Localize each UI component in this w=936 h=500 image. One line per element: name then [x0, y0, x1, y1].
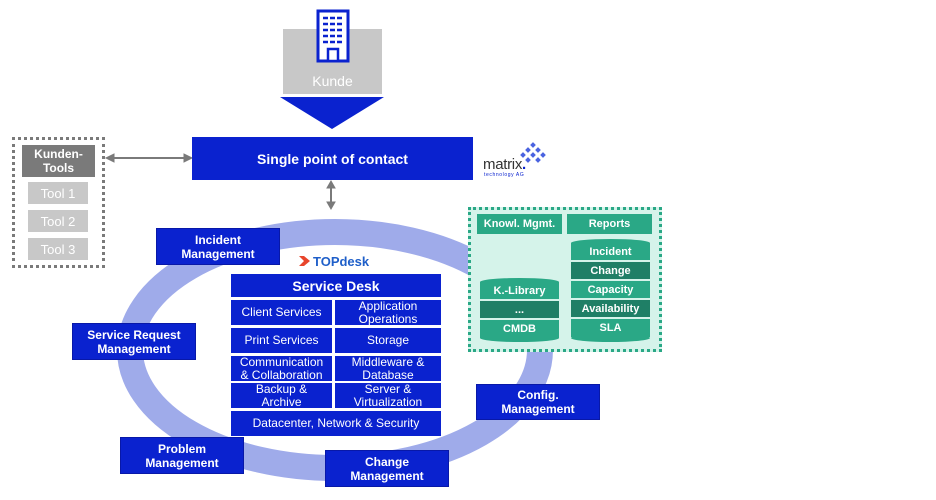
- knowledge-management-header[interactable]: Knowl. Mgmt.: [477, 214, 562, 234]
- stack-item[interactable]: Incident: [571, 243, 650, 262]
- customer-tools-header-line2: Tools: [42, 161, 75, 175]
- stack-item[interactable]: K.-Library: [480, 282, 559, 301]
- service-cell-label: Middleware & Database: [351, 354, 425, 382]
- matrix-dot: .: [522, 156, 526, 173]
- service-cell[interactable]: Middleware & Database: [335, 354, 441, 382]
- stack-item[interactable]: Capacity: [571, 281, 650, 300]
- service-cell-label: Storage: [366, 333, 410, 347]
- service-desk-footer-label: Datacenter, Network & Security: [252, 416, 420, 430]
- tool-3[interactable]: Tool 3: [28, 238, 88, 260]
- tool-1[interactable]: Tool 1: [28, 182, 88, 204]
- office-building-icon: [316, 9, 350, 63]
- change-management[interactable]: Change Management: [325, 450, 449, 487]
- single-point-of-contact[interactable]: Single point of contact: [192, 137, 473, 180]
- config-management-label: Config. Management: [501, 388, 575, 416]
- matrix-tagline: technology AG: [484, 172, 525, 178]
- service-desk-title[interactable]: Service Desk: [231, 274, 441, 297]
- matrix-wordmark: matrix: [483, 156, 523, 173]
- incident-management[interactable]: Incident Management: [156, 228, 280, 265]
- service-cell-label: Communication & Collaboration: [239, 354, 324, 382]
- bidirectional-arrow-vertical: [326, 179, 336, 211]
- service-request-management[interactable]: Service Request Management: [72, 323, 196, 360]
- spoc-label: Single point of contact: [257, 150, 408, 167]
- reports-header[interactable]: Reports: [567, 214, 652, 234]
- service-cell[interactable]: Application Operations: [335, 298, 441, 326]
- service-cell[interactable]: Print Services: [231, 328, 332, 353]
- service-cell[interactable]: Backup & Archive: [231, 381, 332, 409]
- stack-item[interactable]: ...: [480, 301, 559, 320]
- bidirectional-arrow-horizontal: [104, 153, 194, 163]
- service-cell[interactable]: Communication & Collaboration: [231, 354, 332, 382]
- config-management[interactable]: Config. Management: [476, 384, 600, 420]
- matrix-logo: matrix. technology AG: [483, 140, 548, 180]
- incident-management-label: Incident Management: [181, 232, 255, 261]
- service-cell[interactable]: Server & Virtualization: [335, 381, 441, 409]
- problem-management-label: Problem Management: [145, 441, 219, 470]
- service-cell-label: Server & Virtualization: [353, 381, 423, 409]
- stack-item[interactable]: Availability: [571, 300, 650, 319]
- service-desk-title-label: Service Desk: [292, 277, 380, 294]
- chevron-right-icon: [299, 256, 310, 266]
- topdesk-label: TOPdesk: [313, 253, 370, 269]
- change-management-label: Change Management: [350, 454, 424, 483]
- service-desk: Service Desk Client Services Application…: [231, 274, 441, 437]
- service-request-management-label: Service Request Management: [87, 327, 181, 356]
- customer-tools-header-line1: Kunden-: [34, 147, 83, 161]
- service-cell-label: Application Operations: [358, 298, 418, 326]
- topdesk-logo: TOPdesk: [299, 252, 369, 270]
- service-cell-label: Backup & Archive: [255, 381, 308, 409]
- service-cell-label: Client Services: [241, 305, 322, 319]
- service-cell-label: Print Services: [244, 333, 319, 347]
- problem-management[interactable]: Problem Management: [120, 437, 244, 474]
- tool-2[interactable]: Tool 2: [28, 210, 88, 232]
- customer-tools-header: Kunden- Tools: [22, 145, 95, 177]
- service-desk-footer[interactable]: Datacenter, Network & Security: [231, 411, 441, 436]
- stack-item[interactable]: Change: [571, 262, 650, 281]
- service-cell[interactable]: Storage: [335, 328, 441, 353]
- service-cell[interactable]: Client Services: [231, 300, 332, 325]
- down-arrow-icon: [280, 97, 384, 129]
- knowledge-database-stack: K.-Library ... CMDB: [480, 278, 559, 342]
- customer-label: Kunde: [312, 73, 353, 89]
- reports-database-stack: Incident Change Capacity Availability SL…: [571, 239, 650, 342]
